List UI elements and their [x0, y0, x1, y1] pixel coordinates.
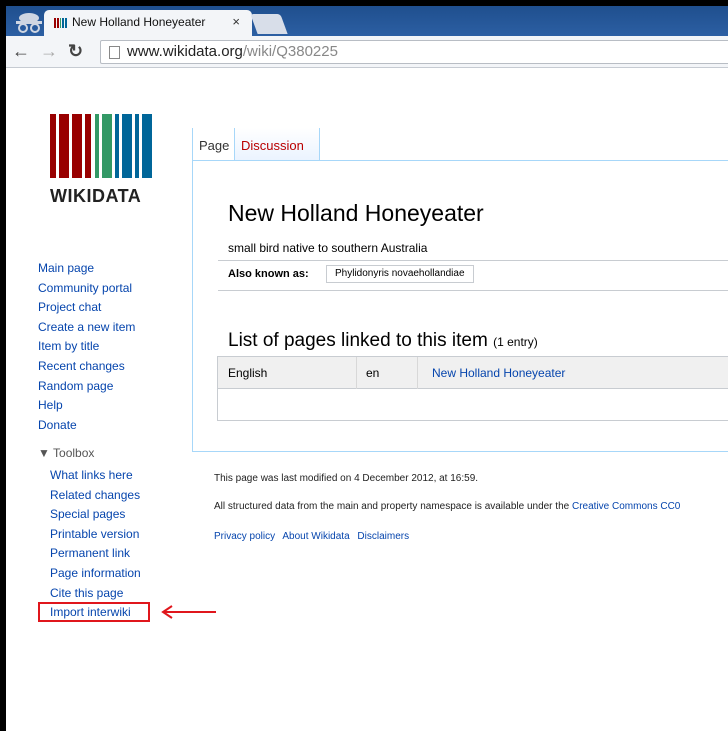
browser-tab[interactable]: New Holland Honeyeater ×	[44, 10, 252, 36]
last-modified-text: This page was last modified on 4 Decembe…	[214, 473, 479, 484]
reload-icon[interactable]: ↻	[68, 41, 83, 62]
footer-link-privacy[interactable]: Privacy policy	[214, 531, 275, 542]
toolbox-menu: What links here Related changes Special …	[50, 466, 141, 623]
tab-strip: New Holland Honeyeater ×	[6, 6, 728, 36]
divider	[218, 260, 728, 261]
license-text: All structured data from the main and pr…	[214, 501, 680, 512]
language-cell: English	[228, 366, 268, 380]
sidebar-item-community-portal[interactable]: Community portal	[38, 279, 135, 299]
footer-link-disclaimers[interactable]: Disclaimers	[357, 531, 409, 542]
red-arrow-icon	[161, 605, 216, 619]
toolbox-item-special-pages[interactable]: Special pages	[50, 505, 141, 525]
language-code-cell: en	[366, 366, 380, 380]
close-tab-icon[interactable]: ×	[232, 14, 240, 29]
alias-value[interactable]: Phylidonyris novaehollandiae	[326, 265, 474, 283]
back-arrow-icon[interactable]: ←	[12, 41, 30, 62]
tab-page[interactable]: Page	[192, 128, 234, 161]
toolbox-label: Toolbox	[53, 446, 95, 460]
toolbox-item-what-links-here[interactable]: What links here	[50, 466, 141, 486]
sidebar-item-main-page[interactable]: Main page	[38, 259, 135, 279]
toolbox-item-permanent-link[interactable]: Permanent link	[50, 544, 141, 564]
address-bar[interactable]: www.wikidata.org/wiki/Q380225	[100, 40, 728, 64]
toolbox-item-printable-version[interactable]: Printable version	[50, 525, 141, 545]
highlight-box	[38, 602, 150, 622]
wikidata-favicon-icon	[54, 18, 67, 28]
item-description[interactable]: small bird native to southern Australia	[228, 241, 427, 255]
aliases-label: Also known as:	[228, 268, 309, 280]
tab-title: New Holland Honeyeater	[72, 15, 206, 29]
browser-window: New Holland Honeyeater × ← → ↻ www.wikid…	[6, 6, 728, 731]
url-path: /wiki/Q380225	[242, 43, 338, 60]
triangle-down-icon: ▼	[38, 446, 50, 460]
wikidata-logo[interactable]	[50, 114, 154, 178]
incognito-icon	[16, 13, 42, 33]
logo-wordmark: WIKIDATA	[50, 186, 142, 206]
linked-pages-title: List of pages linked to this item	[228, 330, 488, 351]
sidebar-item-project-chat[interactable]: Project chat	[38, 298, 135, 318]
sidebar-item-donate[interactable]: Donate	[38, 416, 135, 436]
footer-links: Privacy policy About Wikidata Disclaimer…	[214, 531, 414, 542]
linked-page-link[interactable]: New Holland Honeyeater	[432, 366, 565, 380]
toolbox-toggle[interactable]: ▼ Toolbox	[38, 446, 94, 460]
table-row: English en New Holland Honeyeater	[218, 357, 728, 389]
new-tab-button[interactable]	[250, 14, 288, 34]
sidebar-navigation: Main page Community portal Project chat …	[38, 259, 135, 435]
sidebar-item-random-page[interactable]: Random page	[38, 377, 135, 397]
page-title: New Holland Honeyeater	[228, 200, 484, 226]
toolbox-item-cite-this-page[interactable]: Cite this page	[50, 584, 141, 604]
license-prefix: All structured data from the main and pr…	[214, 501, 570, 512]
license-link[interactable]: Creative Commons CC0	[572, 501, 680, 512]
toolbox-item-page-information[interactable]: Page information	[50, 564, 141, 584]
divider	[218, 290, 728, 291]
browser-toolbar: ← → ↻ www.wikidata.org/wiki/Q380225	[6, 36, 728, 68]
screen-frame: New Holland Honeyeater × ← → ↻ www.wikid…	[0, 0, 728, 731]
url-host: www.wikidata.org	[127, 43, 243, 60]
linked-pages-count: (1 entry)	[493, 335, 538, 349]
linked-pages-table: English en New Holland Honeyeater	[217, 356, 728, 421]
forward-arrow-icon[interactable]: →	[40, 41, 58, 62]
toolbox-item-related-changes[interactable]: Related changes	[50, 486, 141, 506]
tab-discussion[interactable]: Discussion	[234, 128, 320, 161]
page-icon	[109, 46, 120, 59]
sidebar-item-recent-changes[interactable]: Recent changes	[38, 357, 135, 377]
sidebar-item-help[interactable]: Help	[38, 396, 135, 416]
footer-link-about[interactable]: About Wikidata	[282, 531, 349, 542]
sidebar-item-item-by-title[interactable]: Item by title	[38, 337, 135, 357]
sidebar-item-create-new-item[interactable]: Create a new item	[38, 318, 135, 338]
linked-pages-heading: List of pages linked to this item (1 ent…	[228, 330, 538, 352]
